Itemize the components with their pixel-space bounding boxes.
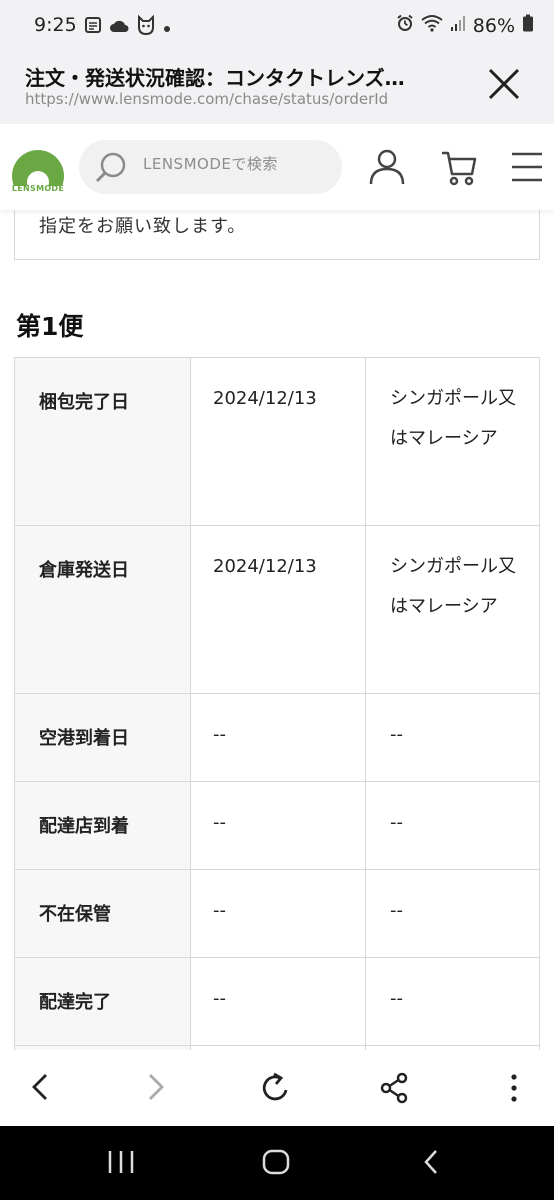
status-bar: 9:25 86%: [0, 0, 554, 54]
system-back-icon[interactable]: [420, 1148, 444, 1180]
status-time: 9:25: [34, 14, 77, 36]
close-button[interactable]: [484, 64, 524, 104]
status-label: 配達店到着: [14, 781, 191, 870]
page-url[interactable]: https://www.lensmode.com/chase/status/or…: [25, 90, 388, 108]
status-label: 不在保管: [14, 869, 191, 958]
status-label: 梱包完了日: [14, 357, 191, 526]
battery-percent: 86%: [472, 14, 515, 37]
status-date: --: [190, 781, 366, 870]
more-icon[interactable]: [506, 1072, 522, 1108]
shipment-status-table: 梱包完了日 2024/12/13 シンガポール又はマレーシア 倉庫発送日 202…: [14, 357, 540, 1050]
status-area-text: シンガポール又はマレーシア: [390, 556, 516, 617]
table-row: 配達完了 -- --: [14, 957, 540, 1046]
signal-icon: [450, 14, 466, 37]
status-right: 86%: [396, 14, 534, 37]
status-left-icons: [85, 14, 171, 39]
logo-text: LENSMODE: [11, 184, 65, 193]
forward-icon[interactable]: [142, 1072, 170, 1106]
cart-icon[interactable]: [440, 150, 478, 190]
table-row: 不在保管 -- --: [14, 869, 540, 958]
page-title: 注文・発送状況確認：コンタクトレンズ…: [25, 66, 405, 90]
share-icon[interactable]: [380, 1072, 410, 1108]
status-area: --: [365, 957, 540, 1046]
status-label: 空港到着日: [14, 693, 191, 782]
status-label: 配達完了: [14, 957, 191, 1046]
status-date: --: [190, 957, 366, 1046]
cat-icon: [137, 14, 155, 39]
table-row: 倉庫発送日 2024/12/13 シンガポール又はマレーシア: [14, 525, 540, 694]
dot-icon: [163, 18, 171, 37]
notice-text: 指定をお願い致します。: [39, 216, 247, 237]
status-area-text: --: [390, 988, 403, 1009]
system-nav-bar: [0, 1126, 554, 1200]
status-date: 2024/12/13: [190, 357, 366, 526]
browser-url-bar: 注文・発送状況確認：コンタクトレンズ… https://www.lensmode…: [0, 54, 554, 124]
status-area-text: --: [390, 812, 403, 833]
status-date: --: [190, 869, 366, 958]
notice-box: 指定をお願い致します。: [14, 210, 540, 260]
recent-apps-icon[interactable]: [106, 1148, 136, 1180]
status-area-text: --: [390, 900, 403, 921]
search-input[interactable]: [143, 155, 333, 173]
home-icon[interactable]: [261, 1148, 291, 1180]
search-box[interactable]: [79, 140, 342, 194]
wifi-icon: [421, 14, 443, 37]
hamburger-menu-icon[interactable]: [510, 151, 544, 187]
status-date: 2024/12/13: [190, 525, 366, 694]
table-row: 空港到着日 -- --: [14, 693, 540, 782]
close-icon: [484, 68, 524, 108]
back-icon[interactable]: [26, 1072, 54, 1106]
status-area: --: [365, 869, 540, 958]
battery-icon: [522, 14, 534, 37]
section-title: 第1便: [16, 312, 84, 341]
user-icon[interactable]: [368, 148, 406, 190]
site-header: LENSMODE: [0, 124, 554, 210]
status-area-text: シンガポール又はマレーシア: [390, 388, 516, 449]
browser-toolbar: [0, 1050, 554, 1126]
page-content: 指定をお願い致します。 第1便 梱包完了日 2024/12/13 シンガポール又…: [0, 210, 554, 1050]
alarm-icon: [396, 14, 414, 37]
search-icon: [93, 150, 129, 190]
status-area: シンガポール又はマレーシア: [365, 525, 540, 694]
status-area: --: [365, 781, 540, 870]
reload-icon[interactable]: [259, 1072, 293, 1108]
table-row: 配達店到着 -- --: [14, 781, 540, 870]
status-date: --: [190, 693, 366, 782]
status-area: --: [365, 693, 540, 782]
status-label: 倉庫発送日: [14, 525, 191, 694]
calendar-icon: [85, 17, 101, 37]
cloud-icon: [109, 18, 129, 37]
status-area-text: --: [390, 724, 403, 745]
status-area: シンガポール又はマレーシア: [365, 357, 540, 526]
table-row: 梱包完了日 2024/12/13 シンガポール又はマレーシア: [14, 357, 540, 526]
